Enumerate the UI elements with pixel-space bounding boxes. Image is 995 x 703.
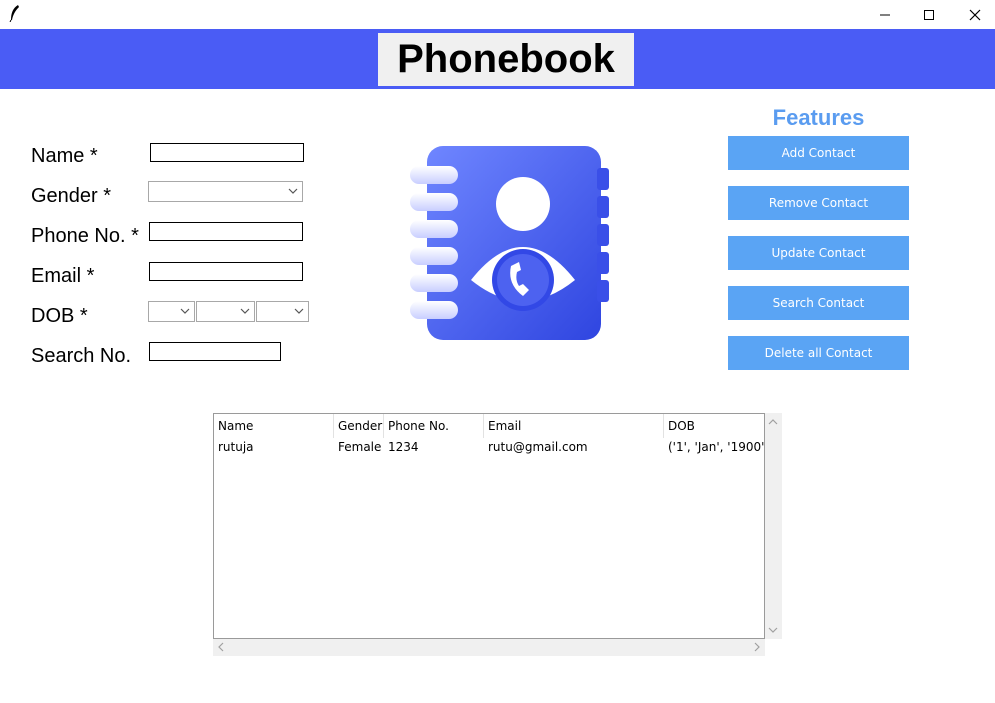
- column-header-name[interactable]: Name: [214, 414, 334, 438]
- window-titlebar: [0, 0, 995, 29]
- search-input[interactable]: [149, 342, 281, 361]
- gender-select[interactable]: [148, 181, 303, 202]
- delete-all-contact-button[interactable]: Delete all Contact: [728, 336, 909, 370]
- chevron-down-icon: [240, 308, 250, 314]
- close-icon: [969, 9, 981, 20]
- maximize-button[interactable]: [906, 0, 952, 29]
- close-button[interactable]: [952, 0, 995, 29]
- email-input[interactable]: [149, 262, 303, 281]
- email-label: Email *: [31, 265, 95, 287]
- name-label: Name *: [31, 145, 98, 167]
- feather-icon: [9, 5, 19, 22]
- table-cell-name: rutuja: [218, 440, 254, 454]
- search-label: Search No.: [31, 345, 132, 367]
- scroll-down-arrow-icon[interactable]: [768, 625, 778, 635]
- maximize-icon: [924, 9, 934, 20]
- scroll-left-arrow-icon[interactable]: [216, 642, 226, 652]
- dob-label: DOB *: [31, 305, 88, 327]
- minimize-icon: [880, 14, 890, 15]
- name-input[interactable]: [150, 143, 304, 162]
- chevron-down-icon: [180, 308, 190, 314]
- horizontal-scrollbar[interactable]: [213, 639, 765, 656]
- chevron-down-icon: [288, 188, 298, 194]
- table-cell-dob: ('1', 'Jan', '1900'): [668, 440, 765, 454]
- search-contact-button[interactable]: Search Contact: [728, 286, 909, 320]
- scroll-right-arrow-icon[interactable]: [752, 642, 762, 652]
- table-cell-gender: Female: [338, 440, 382, 454]
- table-cell-email: rutu@gmail.com: [488, 440, 588, 454]
- table-cell-phone: 1234: [388, 440, 419, 454]
- column-header-email[interactable]: Email: [484, 414, 664, 438]
- phone-input[interactable]: [149, 222, 303, 241]
- column-header-dob[interactable]: DOB: [664, 414, 764, 438]
- chevron-down-icon: [294, 308, 304, 314]
- column-header-gender[interactable]: Gender: [334, 414, 384, 438]
- contact-book-icon: [410, 146, 609, 340]
- add-contact-button[interactable]: Add Contact: [728, 136, 909, 170]
- scroll-up-arrow-icon[interactable]: [768, 417, 778, 427]
- dob-year-select[interactable]: [256, 301, 309, 322]
- dob-day-select[interactable]: [148, 301, 195, 322]
- phone-label: Phone No. *: [31, 225, 139, 247]
- column-header-phone[interactable]: Phone No.: [384, 414, 484, 438]
- minimize-button[interactable]: [862, 0, 908, 29]
- contacts-table[interactable]: Name Gender Phone No. Email DOB rutuja F…: [213, 413, 765, 639]
- app-title: Phonebook: [378, 33, 634, 86]
- dob-month-select[interactable]: [196, 301, 255, 322]
- vertical-scrollbar[interactable]: [765, 413, 782, 639]
- update-contact-button[interactable]: Update Contact: [728, 236, 909, 270]
- remove-contact-button[interactable]: Remove Contact: [728, 186, 909, 220]
- gender-label: Gender *: [31, 185, 112, 207]
- features-title: Features: [772, 105, 865, 130]
